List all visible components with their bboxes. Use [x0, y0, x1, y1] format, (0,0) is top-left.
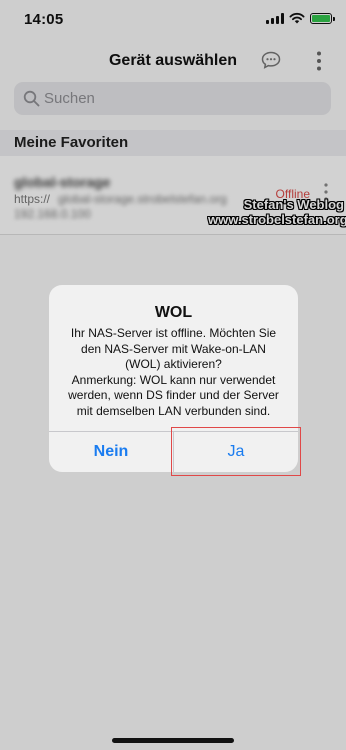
screen: 14:05 Gerät auswählen Suchen Meine Favor… — [0, 0, 346, 750]
highlight-box — [171, 427, 301, 476]
alert-title: WOL — [154, 304, 193, 321]
home-indicator[interactable] — [112, 738, 234, 743]
no-button[interactable]: Nein — [49, 432, 173, 472]
alert-message: Ihr NAS-Server ist offline. Möchten Sie … — [68, 326, 279, 418]
